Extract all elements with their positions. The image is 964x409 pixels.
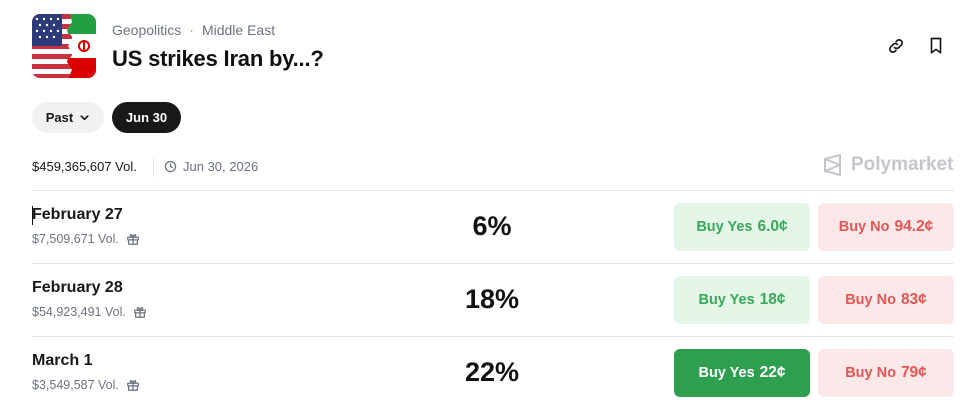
outcome-volume-text: $7,509,671 Vol.: [32, 232, 119, 246]
gift-icon[interactable]: [133, 305, 147, 319]
breadcrumb-separator: ·: [189, 22, 194, 38]
buy-yes-button[interactable]: Buy Yes 22¢: [674, 349, 810, 397]
buy-no-label: Buy No: [845, 365, 896, 381]
bookmark-icon[interactable]: [925, 35, 947, 57]
brand-name: Polymarket: [851, 154, 954, 175]
buy-yes-button[interactable]: Buy Yes 18¢: [674, 276, 810, 324]
buy-yes-price: 18¢: [759, 291, 786, 308]
buy-no-button[interactable]: Buy No 79¢: [818, 349, 954, 397]
buy-yes-label: Buy Yes: [698, 292, 755, 308]
gift-icon[interactable]: [126, 232, 140, 246]
buy-yes-label: Buy Yes: [698, 365, 755, 381]
link-icon[interactable]: [885, 35, 907, 57]
meta-divider: [153, 157, 154, 177]
outcome-chance: 6%: [472, 211, 512, 241]
outcome-row: February 27 $7,509,671 Vol. 6% Buy Yes 6…: [32, 190, 954, 263]
buy-yes-price: 22¢: [759, 364, 786, 381]
gift-icon[interactable]: [126, 378, 140, 392]
end-date: Jun 30, 2026: [164, 159, 258, 174]
outcome-row: March 1 $3,549,587 Vol. 22% Buy Yes 22¢ …: [32, 336, 954, 409]
date-filter-label: Jun 30: [125, 110, 168, 125]
date-filter-jun30[interactable]: Jun 30: [112, 102, 181, 133]
outcome-name[interactable]: March 1: [32, 352, 92, 370]
clock-icon: [164, 160, 177, 173]
buy-yes-button[interactable]: Buy Yes 6.0¢: [674, 203, 810, 251]
buy-no-price: 79¢: [900, 364, 927, 381]
buy-no-price: 83¢: [900, 291, 927, 308]
outcome-volume: $54,923,491 Vol.: [32, 305, 147, 319]
outcome-row: February 28 $54,923,491 Vol. 18% Buy Yes…: [32, 263, 954, 336]
breadcrumb-subcategory[interactable]: Middle East: [202, 22, 275, 38]
market-thumbnail: [32, 14, 96, 78]
buy-no-label: Buy No: [845, 292, 896, 308]
polymarket-brand: Polymarket: [823, 154, 953, 176]
buy-no-label: Buy No: [838, 219, 890, 235]
end-date-text: Jun 30, 2026: [183, 159, 259, 174]
outcome-volume-text: $54,923,491 Vol.: [32, 305, 126, 319]
breadcrumb-category[interactable]: Geopolitics: [112, 22, 181, 38]
buy-yes-label: Buy Yes: [696, 219, 753, 235]
buy-no-button[interactable]: Buy No 94.2¢: [818, 203, 954, 251]
chevron-down-icon: [80, 115, 89, 121]
market-title: US strikes Iran by...?: [112, 46, 324, 71]
breadcrumb: Geopolitics · Middle East: [112, 22, 275, 38]
outcome-name[interactable]: February 28: [32, 279, 123, 297]
outcome-chance: 22%: [464, 357, 520, 387]
buy-yes-price: 6.0¢: [757, 218, 788, 235]
buy-no-price: 94.2¢: [894, 218, 934, 235]
polymarket-logo-icon: [824, 154, 841, 176]
past-filter-button[interactable]: Past: [32, 102, 104, 133]
outcome-chance: 18%: [464, 284, 520, 314]
buy-no-button[interactable]: Buy No 83¢: [818, 276, 954, 324]
outcome-volume-text: $3,549,587 Vol.: [32, 378, 119, 392]
total-volume: $459,365,607 Vol.: [32, 159, 137, 174]
outcome-volume: $3,549,587 Vol.: [32, 378, 140, 392]
outcome-volume: $7,509,671 Vol.: [32, 232, 140, 246]
past-filter-label: Past: [45, 110, 74, 125]
outcome-name[interactable]: February 27: [32, 206, 123, 224]
